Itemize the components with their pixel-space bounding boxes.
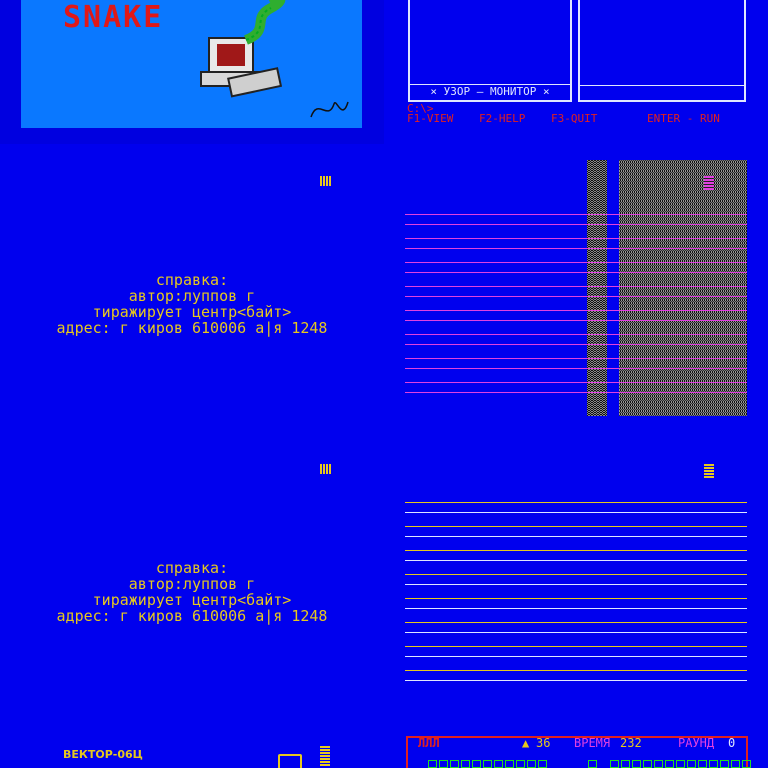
green-brick-row-right [610, 760, 751, 768]
help-distributor: тиражирует центр<байт> [92, 303, 292, 321]
vector-screen: ВЕКТОР-06Ц [0, 720, 384, 768]
hotkey-f3[interactable]: F3-QUIT [551, 112, 597, 125]
round-label: РАУНД [678, 736, 715, 750]
help-distributor: тиражирует центр<байт> [92, 591, 292, 609]
game-title: SNAKE [63, 0, 164, 35]
help-screen-1: справка: автор:луппов г тиражирует центр… [0, 144, 384, 432]
arrow-icon: ▲ [522, 736, 530, 750]
noise-block-right [619, 160, 747, 416]
help-address: адрес: г киров 610006 а|я 1248 [56, 607, 328, 625]
system-label: ВЕКТОР-06Ц [63, 748, 143, 761]
help-address: адрес: г киров 610006 а|я 1248 [56, 319, 328, 337]
game-screen: ЛЛЛ ▲ 36 ВРЕМЯ 232 РАУНД 0 [384, 720, 768, 768]
noise-column-left [587, 160, 607, 416]
time-value: 232 [620, 736, 642, 750]
snake-computer-illustration-icon [200, 0, 286, 98]
round-value: 0 [728, 736, 736, 750]
yellow-sprite-icon [704, 464, 714, 478]
hotkey-enter[interactable]: ENTER - RUN [647, 112, 720, 125]
noise-screen [384, 144, 768, 432]
hotkey-f1[interactable]: F1-VIEW [407, 112, 453, 125]
help-screen-2: справка: автор:луппов г тиражирует центр… [0, 432, 384, 720]
lives-icons: ЛЛЛ [418, 736, 440, 750]
title-screen-panel: SNAKE [21, 0, 362, 128]
arrow-count: 36 [536, 736, 551, 750]
help-heading: справка: [155, 271, 229, 289]
magenta-sprite-icon [704, 176, 714, 190]
small-sprite-icon [320, 176, 332, 186]
small-sprite-icon [320, 746, 330, 766]
help-text-block: справка: автор:луппов г тиражирует центр… [0, 560, 384, 624]
green-brick-single [588, 760, 597, 768]
green-brick-row-left [428, 760, 547, 768]
left-window-caption: × УЗОР — МОНИТОР × [410, 84, 570, 98]
help-text-block: справка: автор:луппов г тиражирует центр… [0, 272, 384, 336]
stripe-screen [384, 432, 768, 720]
small-sprite-icon [320, 464, 332, 474]
signature-icon [310, 101, 349, 118]
help-author: автор:луппов г [128, 287, 256, 305]
cassette-icon [278, 754, 302, 768]
left-monitor-window: × УЗОР — МОНИТОР × [408, 0, 572, 102]
hotkey-f2[interactable]: F2-HELP [479, 112, 525, 125]
monitor-screen-panel: × УЗОР — МОНИТОР × C:\> F1-VIEW F2-HELP … [384, 0, 768, 144]
help-author: автор:луппов г [128, 575, 256, 593]
help-heading: справка: [155, 559, 229, 577]
time-label: ВРЕМЯ [574, 736, 611, 750]
right-monitor-window [578, 0, 746, 102]
